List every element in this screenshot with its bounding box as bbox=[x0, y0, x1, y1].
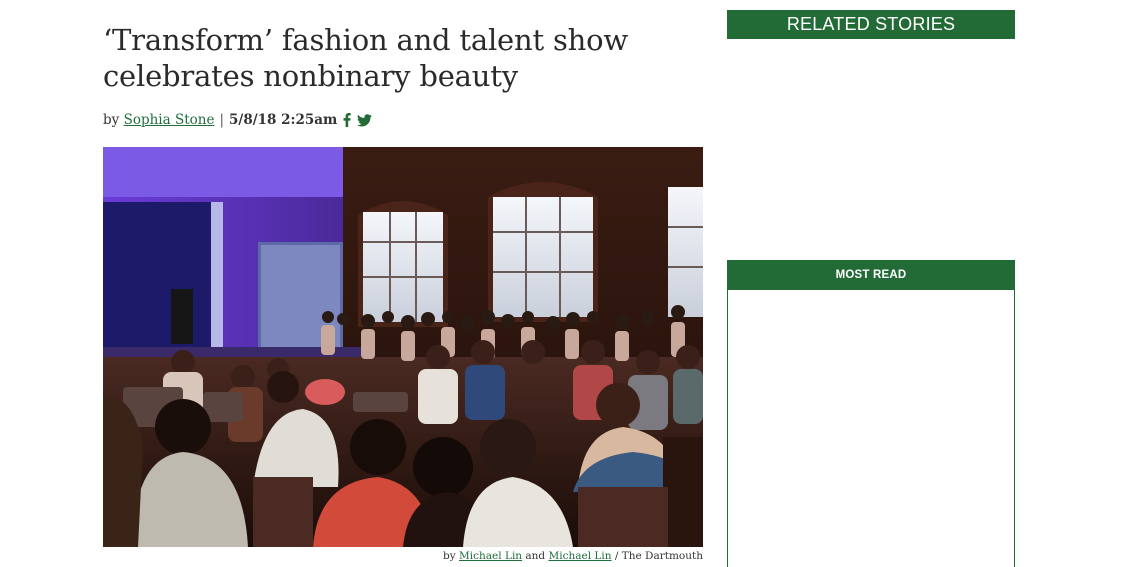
share-icons bbox=[343, 113, 373, 127]
article-headline: ‘Transform’ fashion and talent show cele… bbox=[103, 23, 628, 93]
audience-photo-illustration bbox=[103, 147, 703, 547]
author-link[interactable]: Sophia Stone bbox=[124, 112, 215, 128]
photographer-link-1[interactable]: Michael Lin bbox=[459, 550, 522, 562]
byline-separator: | bbox=[219, 112, 224, 128]
photographer-link-2[interactable]: Michael Lin bbox=[549, 550, 612, 562]
most-read-header: MOST READ bbox=[727, 260, 1015, 290]
photo-caption: by Michael Lin and Michael Lin / The Dar… bbox=[403, 550, 703, 562]
byline: by Sophia Stone | 5/8/18 2:25am bbox=[103, 110, 373, 130]
related-stories-header: RELATED STORIES bbox=[727, 10, 1015, 39]
caption-source: / The Dartmouth bbox=[614, 550, 703, 562]
twitter-icon[interactable] bbox=[357, 113, 373, 127]
publish-date: 5/8/18 2:25am bbox=[229, 112, 338, 128]
caption-conjunction: and bbox=[525, 550, 546, 562]
facebook-icon[interactable] bbox=[343, 113, 352, 127]
caption-prefix: by bbox=[443, 550, 456, 562]
article-photo bbox=[103, 147, 703, 547]
byline-prefix: by bbox=[103, 112, 120, 128]
most-read-panel bbox=[727, 260, 1015, 567]
